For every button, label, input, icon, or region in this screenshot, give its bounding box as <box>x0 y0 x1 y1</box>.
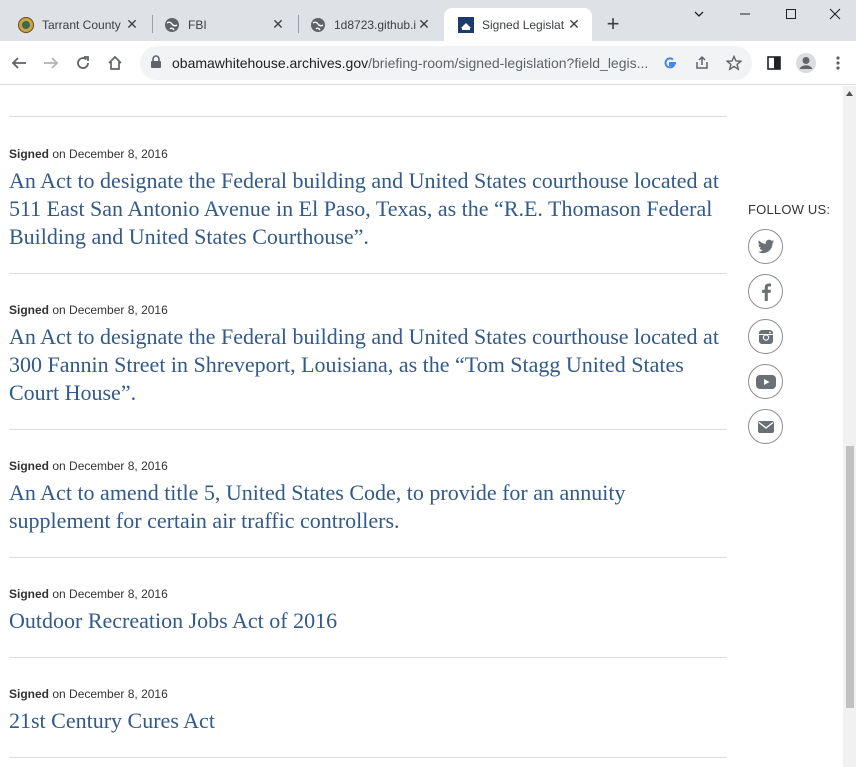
facebook-button[interactable] <box>748 274 783 309</box>
scrollbar-thumb[interactable] <box>846 446 854 708</box>
minimize-button[interactable] <box>722 0 768 28</box>
divider <box>9 557 727 558</box>
url-text: obamawhitehouse.archives.gov/briefing-ro… <box>172 55 648 71</box>
signed-label: Signed <box>9 587 50 601</box>
close-tab-icon[interactable]: ✕ <box>124 16 140 33</box>
twitter-icon <box>757 239 774 253</box>
follow-us-label: FOLLOW US: <box>748 202 831 217</box>
twitter-button[interactable] <box>748 229 783 264</box>
email-icon <box>757 420 774 433</box>
signed-date: on December 8, 2016 <box>52 147 168 161</box>
signed-date: on December 8, 2016 <box>52 587 168 601</box>
instagram-icon <box>758 329 773 344</box>
back-button[interactable] <box>3 47 35 79</box>
tab-fbi[interactable]: FBI ✕ <box>150 8 296 41</box>
side-panel-button[interactable] <box>758 47 790 79</box>
address-bar[interactable]: obamawhitehouse.archives.gov/briefing-ro… <box>140 46 752 80</box>
legislation-link[interactable]: 21st Century Cures Act <box>9 707 727 735</box>
signed-date: on December 8, 2016 <box>52 459 168 473</box>
browser-toolbar: obamawhitehouse.archives.gov/briefing-ro… <box>0 41 856 85</box>
legislation-link[interactable]: An Act to designate the Federal building… <box>9 323 727 407</box>
divider <box>9 273 727 274</box>
tab-signed-legislation[interactable]: Signed Legislat ✕ <box>444 8 592 41</box>
close-tab-icon[interactable]: ✕ <box>416 16 432 33</box>
signed-date: on December 8, 2016 <box>52 687 168 701</box>
item-meta: Signed on December 8, 2016 <box>9 459 727 473</box>
bookmark-star-icon[interactable] <box>722 51 746 75</box>
share-icon[interactable] <box>690 51 714 75</box>
tab-title: Tarrant County <box>42 17 121 32</box>
signed-label: Signed <box>9 147 50 161</box>
item-meta: Signed on December 8, 2016 <box>9 147 727 161</box>
google-icon[interactable] <box>658 51 682 75</box>
item-meta: Signed on December 8, 2016 <box>9 587 727 601</box>
kebab-menu-icon <box>836 56 840 70</box>
legislation-item: Signed on December 8, 2016 An Act to ame… <box>9 459 727 535</box>
side-panel-icon <box>767 56 781 70</box>
county-seal-icon <box>18 16 34 33</box>
legislation-item: Signed on December 8, 2016 Outdoor Recre… <box>9 587 727 635</box>
legislation-link[interactable]: An Act to designate the Federal building… <box>9 167 727 251</box>
item-meta: Signed on December 8, 2016 <box>9 303 727 317</box>
signed-label: Signed <box>9 687 50 701</box>
facebook-icon <box>761 282 771 301</box>
url-host: obamawhitehouse.archives.gov <box>172 55 369 71</box>
new-tab-button[interactable]: + <box>600 11 626 37</box>
close-tab-icon[interactable]: ✕ <box>270 16 286 33</box>
email-button[interactable] <box>748 409 783 444</box>
item-meta: Signed on December 8, 2016 <box>9 687 727 701</box>
maximize-button[interactable] <box>768 0 814 28</box>
caret-up-icon <box>846 90 853 96</box>
signed-date: on December 8, 2016 <box>52 303 168 317</box>
tab-title: 1d8723.github.i <box>334 17 416 32</box>
arrow-left-icon <box>11 57 26 69</box>
chevron-down-icon <box>694 11 704 17</box>
signed-label: Signed <box>9 459 50 473</box>
close-icon <box>829 8 841 20</box>
page-content: Signed on December 8, 2016 An Act to des… <box>0 86 843 767</box>
divider <box>9 429 727 430</box>
avatar-icon <box>796 53 816 73</box>
divider <box>9 657 727 658</box>
legislation-item: Signed on December 8, 2016 An Act to des… <box>9 303 727 407</box>
tab-search-button[interactable] <box>676 0 722 28</box>
url-path: /briefing-room/signed-legislation?field_… <box>368 55 649 71</box>
lock-icon <box>150 55 162 74</box>
arrow-right-icon <box>44 57 59 69</box>
legislation-link[interactable]: Outdoor Recreation Jobs Act of 2016 <box>9 607 727 635</box>
home-button[interactable] <box>99 47 131 79</box>
legislation-item: Signed on December 8, 2016 21st Century … <box>9 687 727 735</box>
profile-button[interactable] <box>790 47 822 79</box>
tab-github[interactable]: 1d8723.github.i ✕ <box>296 8 442 41</box>
tab-strip: Tarrant County ✕ FBI ✕ 1d8723.github.i ✕… <box>0 0 856 41</box>
globe-icon <box>164 17 180 33</box>
reload-button[interactable] <box>67 47 99 79</box>
maximize-icon <box>786 9 796 19</box>
legislation-link[interactable]: An Act to amend title 5, United States C… <box>9 479 727 535</box>
close-tab-icon[interactable]: ✕ <box>566 16 582 33</box>
close-window-button[interactable] <box>812 0 856 28</box>
home-icon <box>108 55 122 70</box>
tab-title: Signed Legislat <box>482 17 565 32</box>
whitehouse-icon <box>458 16 474 33</box>
youtube-icon <box>755 374 776 389</box>
menu-button[interactable] <box>822 47 854 79</box>
reload-icon <box>77 56 89 69</box>
globe-icon <box>310 17 326 33</box>
tab-tarrant-county[interactable]: Tarrant County ✕ <box>4 8 150 41</box>
legislation-item: Signed on December 8, 2016 An Act to des… <box>9 147 727 251</box>
scroll-up-button[interactable] <box>843 86 856 100</box>
signed-label: Signed <box>9 303 50 317</box>
page-scrollbar[interactable] <box>843 86 856 767</box>
instagram-button[interactable] <box>748 319 783 354</box>
divider <box>9 757 727 758</box>
forward-button[interactable] <box>35 47 67 79</box>
tab-title: FBI <box>188 17 207 32</box>
youtube-button[interactable] <box>748 364 783 399</box>
divider <box>9 116 727 117</box>
minimize-icon <box>740 13 750 15</box>
